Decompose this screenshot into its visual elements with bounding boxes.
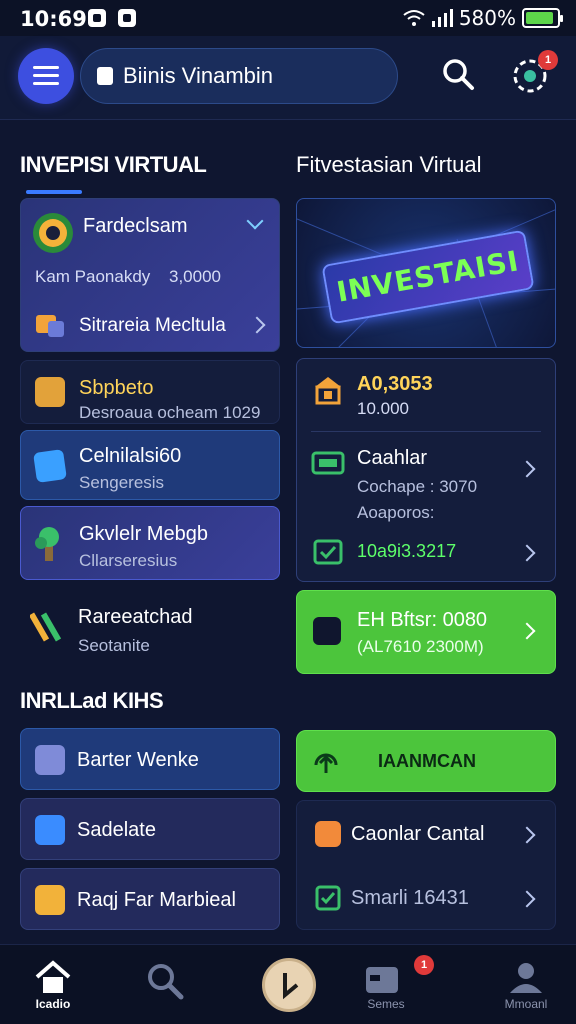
list-item-subtitle: Cllarseresius: [79, 551, 178, 570]
battery-icon: [522, 8, 563, 28]
checkbox-icon: [315, 885, 341, 911]
tools-icon: [36, 315, 64, 337]
green-card-title: EH Bftsr: 0080: [357, 609, 488, 631]
signal-icon: [431, 9, 453, 27]
notification-badge: 1: [538, 50, 558, 70]
chevron-right-icon: [518, 622, 536, 640]
status-bar: 10:69 580%: [0, 0, 576, 36]
action-button-3[interactable]: Raqj Far Marbieal: [20, 868, 280, 930]
shop-icon: [315, 377, 341, 405]
search-button[interactable]: [440, 56, 476, 92]
app-icon: [118, 9, 136, 27]
list-item-title: Rareeatchad: [78, 606, 193, 628]
search-icon: [148, 964, 184, 1000]
star-icon: [35, 885, 65, 915]
logo-icon: [283, 973, 299, 1000]
list-icon: [315, 821, 341, 847]
status-time: 10:69: [20, 7, 87, 31]
notifications-button[interactable]: 1: [508, 50, 558, 98]
check-icon: [35, 815, 65, 845]
menu-button[interactable]: [18, 48, 74, 104]
right-list-label[interactable]: Caonlar Cantal: [351, 823, 484, 846]
list-item-4[interactable]: Rareeatchad Seotanite: [20, 592, 280, 666]
list-item-2[interactable]: Celnilalsi60 Sengeresis: [20, 430, 280, 500]
chevron-right-icon[interactable]: [518, 890, 536, 908]
center-action-button[interactable]: [262, 958, 316, 1012]
games-badge: 1: [414, 955, 434, 975]
list-item-subtitle: Sengeresis: [79, 473, 165, 492]
stats-value-1: A0,3053: [357, 373, 433, 395]
chevron-down-icon[interactable]: [246, 212, 264, 230]
profile-card[interactable]: Fardeclsam Kam Paonakdy 3,0000 Sitrareia…: [20, 198, 280, 352]
user-icon: [510, 963, 542, 993]
wifi-icon: [403, 10, 425, 26]
home-icon: [35, 960, 71, 993]
section-accent: [26, 190, 82, 194]
primary-button[interactable]: IAANMCAN: [296, 730, 556, 792]
calendar-icon: [366, 967, 398, 993]
profile-link: Sitrareia Mecltula: [79, 315, 226, 336]
plant-icon: [35, 527, 59, 561]
list-item-subtitle: Seotanite: [78, 636, 150, 655]
stats-value-2: 10.000: [357, 399, 409, 418]
nav-games[interactable]: 1 Semes: [338, 945, 434, 1024]
nav-label: Mmoanl: [504, 997, 548, 1011]
chevron-right-icon[interactable]: [518, 826, 536, 844]
stats-line-2: Aoaporos:: [357, 503, 435, 522]
wallet-icon: [97, 67, 113, 85]
cash-icon: [311, 451, 345, 475]
stats-line-1: Cochape : 3070: [357, 477, 478, 496]
invest-banner[interactable]: INVESTAISI: [296, 198, 556, 348]
stats-label: Caahlar: [357, 447, 428, 469]
balance-value: 3,0000: [169, 267, 221, 286]
left-section-title: INVEPISI VIRTUAL: [20, 152, 207, 177]
green-card-subtitle: (AL7610 2300M): [357, 637, 484, 656]
nav-label: Semes: [367, 997, 405, 1011]
right-list-label[interactable]: Smarli 16431: [351, 887, 469, 910]
profile-name: Fardeclsam: [83, 215, 188, 237]
title-pill[interactable]: Biinis Vinambin: [80, 48, 398, 104]
sun-avatar-icon: [33, 213, 73, 253]
chevron-right-icon: [248, 316, 266, 334]
cube-icon: [33, 449, 67, 483]
list-item-subtitle: Desroaua ocheam 1029: [79, 403, 261, 422]
document-icon: [35, 377, 65, 407]
check-box-icon: [313, 539, 343, 565]
left-section2-title: INRLLad KIHS: [20, 688, 164, 713]
divider: [311, 431, 541, 432]
action-button-2[interactable]: Sadelate: [20, 798, 280, 860]
right-list: Caonlar Cantal Smarli 16431: [296, 800, 556, 930]
list-item-title: Sbpbeto: [79, 377, 154, 399]
right-section-title: Fitvestasian Virtual: [296, 152, 482, 177]
battery-text: 580%: [458, 6, 516, 30]
list-item-1[interactable]: Sbpbeto Desroaua ocheam 1029: [20, 360, 280, 424]
list-item-title: Gkvlelr Mebgb: [79, 523, 208, 545]
action-label: Sadelate: [77, 819, 156, 841]
nav-search[interactable]: [117, 945, 213, 1024]
stats-card: A0,3053 10.000 Caahlar Cochape : 3070 Ao…: [296, 358, 556, 582]
lock-icon: [313, 617, 341, 645]
nav-label: Icadio: [35, 997, 71, 1011]
status-right: 580%: [403, 6, 563, 30]
action-label: Barter Wenke: [77, 749, 199, 771]
nav-account[interactable]: Mmoanl: [478, 945, 574, 1024]
stats-green-value: 10a9i3.3217: [357, 541, 457, 561]
notification-icon: [88, 9, 106, 27]
green-card[interactable]: EH Bftsr: 0080 (AL7610 2300M): [296, 590, 556, 674]
pencils-icon: [30, 612, 62, 642]
chevron-right-icon[interactable]: [518, 460, 536, 478]
list-item-title: Celnilalsi60: [79, 445, 182, 467]
mail-icon: [35, 745, 65, 775]
app-title: Biinis Vinambin: [123, 63, 274, 88]
list-item-3[interactable]: Gkvlelr Mebgb Cllarseresius: [20, 506, 280, 580]
nav-home[interactable]: Icadio: [5, 945, 101, 1024]
balance-label: Kam Paonakdy: [35, 267, 151, 286]
chevron-right-icon[interactable]: [518, 544, 536, 562]
action-button-1[interactable]: Barter Wenke: [20, 728, 280, 790]
action-label: Raqj Far Marbieal: [77, 889, 236, 911]
search-icon: [443, 59, 474, 90]
primary-button-label: IAANMCAN: [378, 751, 476, 771]
